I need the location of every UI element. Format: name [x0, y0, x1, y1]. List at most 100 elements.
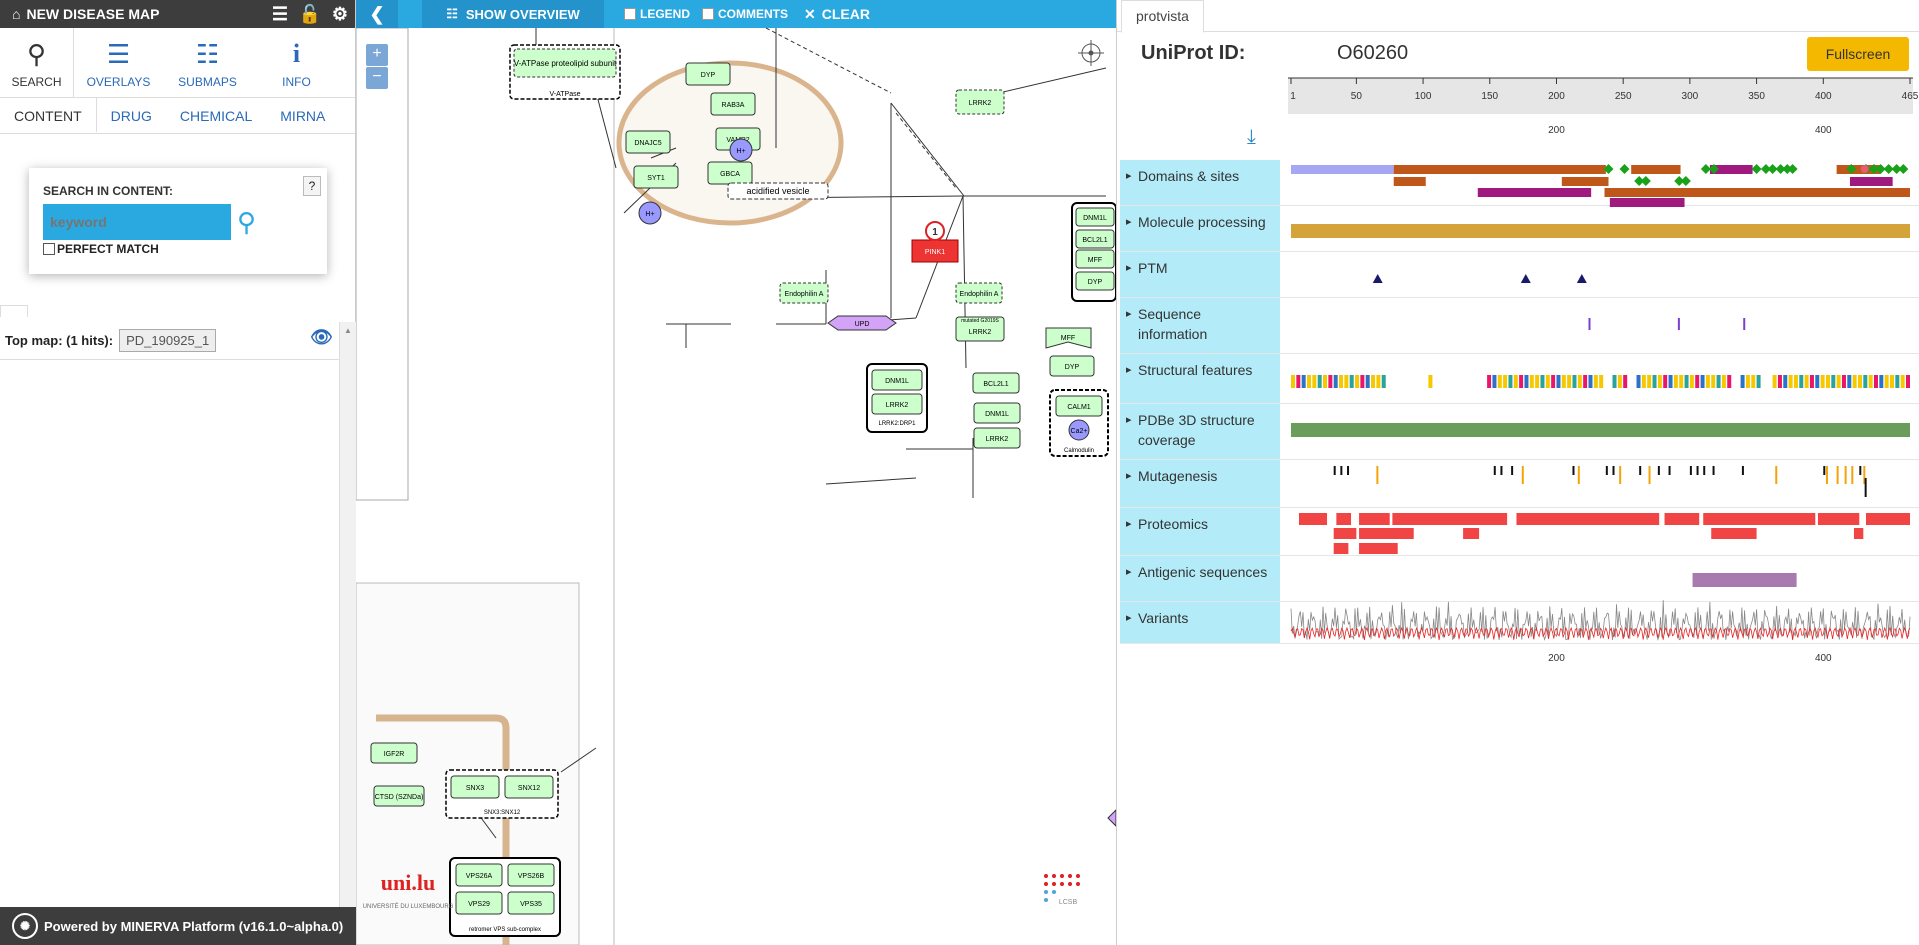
search-icon: ⚲ — [26, 39, 47, 69]
clear-button[interactable]: ✕ CLEAR — [804, 6, 870, 23]
sitemap-icon: ☷ — [446, 6, 458, 21]
node-label: BCL2L1 — [1082, 237, 1107, 244]
zoom-out-button[interactable]: − — [366, 67, 388, 89]
ruler-subtick-label: 200 — [1548, 125, 1565, 136]
comments-toggle[interactable]: COMMENTS — [702, 7, 788, 21]
track-pdbe[interactable]: PDBe 3D structure coverage — [1120, 404, 1919, 460]
app-title[interactable]: ⌂ NEW DISEASE MAP — [12, 6, 265, 22]
nav-submaps[interactable]: ☷ SUBMAPS — [163, 28, 252, 97]
track-label[interactable]: PDBe 3D structure coverage — [1120, 404, 1280, 459]
ruler-tick-label: 250 — [1615, 91, 1632, 102]
track-label[interactable]: Proteomics — [1120, 508, 1280, 555]
node-label: SNX12 — [518, 785, 540, 792]
perfect-match-checkbox[interactable] — [43, 243, 55, 255]
track-antigenic[interactable]: Antigenic sequences — [1120, 556, 1919, 602]
nav-overlays[interactable]: ☰ OVERLAYS — [74, 28, 163, 97]
results-tab[interactable] — [0, 305, 28, 317]
result-chip[interactable]: PD_190925_1 — [119, 329, 217, 352]
track-label[interactable]: Molecule processing — [1120, 206, 1280, 251]
app-title-text: NEW DISEASE MAP — [26, 6, 160, 22]
user-settings-icon[interactable]: ⚙ — [325, 4, 355, 25]
track-structural[interactable]: Structural features — [1120, 354, 1919, 404]
unlock-icon[interactable]: 🔓 — [295, 4, 325, 25]
track-variants[interactable]: Variants — [1120, 602, 1919, 644]
node-label: acidified vesicle — [746, 186, 809, 196]
track-mutagenesis[interactable]: Mutagenesis — [1120, 460, 1919, 508]
search-panel: ? SEARCH IN CONTENT: ⚲ PERFECT MATCH — [29, 168, 327, 274]
tab-protvista[interactable]: protvista — [1121, 0, 1204, 33]
close-icon: ✕ — [804, 5, 816, 22]
protvista-tabbar: protvista — [1117, 0, 1919, 33]
ruler-tick-label: 300 — [1682, 91, 1699, 102]
help-button[interactable]: ? — [303, 176, 321, 196]
track-label[interactable]: PTM — [1120, 252, 1280, 297]
track-ptm[interactable]: PTM — [1120, 252, 1919, 298]
node-label: Ca2+ — [1071, 428, 1088, 435]
nav-info[interactable]: i INFO — [252, 28, 341, 97]
eye-icon[interactable]: 👁 — [310, 327, 333, 348]
results-label: Top map: (1 hits): — [5, 333, 114, 348]
track-domains[interactable]: Domains & sites — [1120, 160, 1919, 206]
nav-search[interactable]: ⚲ SEARCH — [0, 28, 74, 97]
tab-mirna[interactable]: MIRNA — [266, 98, 339, 133]
comments-label: COMMENTS — [718, 7, 789, 21]
ruler-subtick-label: 400 — [1815, 653, 1832, 664]
tab-chemical[interactable]: CHEMICAL — [166, 98, 266, 133]
node-label: DYP — [1088, 279, 1103, 286]
track-label[interactable]: Structural features — [1120, 354, 1280, 403]
nav-overlays-label: OVERLAYS — [86, 75, 151, 89]
menu-icon[interactable]: ☰ — [265, 4, 295, 25]
track-label[interactable]: Domains & sites — [1120, 160, 1280, 205]
crosshair-icon[interactable] — [1078, 40, 1104, 66]
ruler-subtick-label: 200 — [1548, 653, 1565, 664]
track-label[interactable]: Variants — [1120, 602, 1280, 643]
map-canvas[interactable]: V-ATPase proteolipid subunit V-ATPase DY… — [356, 28, 1116, 945]
navigation-ruler[interactable] — [1288, 78, 1913, 114]
offscreen-node — [1107, 809, 1116, 827]
left-panel: ⌂ NEW DISEASE MAP ☰ 🔓 ⚙ ⚲ SEARCH ☰ OVERL… — [0, 0, 356, 945]
ruler-tick-label: 465 — [1902, 91, 1919, 102]
node-label: retromer VPS sub-complex — [469, 927, 541, 933]
tab-content[interactable]: CONTENT — [0, 98, 97, 133]
ruler-subticks-bottom: 200 400 — [1548, 653, 1832, 664]
node-label: DNAJC5 — [634, 140, 661, 147]
track-label[interactable]: Mutagenesis — [1120, 460, 1280, 507]
node-label: LRRK2 — [969, 100, 992, 107]
node-label: IGF2R — [384, 751, 405, 758]
show-overview-button[interactable]: ☷ SHOW OVERVIEW — [422, 0, 604, 28]
legend-checkbox[interactable] — [624, 8, 636, 20]
perfect-match[interactable]: PERFECT MATCH — [43, 242, 313, 256]
results-scrollbar[interactable]: ▲ — [339, 322, 356, 907]
fullscreen-button[interactable]: Fullscreen — [1807, 37, 1909, 71]
search-heading: SEARCH IN CONTENT: — [43, 184, 174, 198]
node-label: LRRK2 — [986, 436, 1009, 443]
ruler-tick-label: 1 — [1290, 91, 1296, 102]
zoom-in-button[interactable]: + — [366, 44, 388, 66]
track-label[interactable]: Antigenic sequences — [1120, 556, 1280, 601]
node-label: SYT1 — [647, 175, 665, 182]
node-label: MFF — [1061, 335, 1075, 342]
svg-text:uni.lu: uni.lu — [381, 870, 435, 895]
tab-drug[interactable]: DRUG — [97, 98, 166, 133]
node-label: DYP — [1065, 364, 1080, 371]
node-label: CTSD (SZNDa) — [375, 794, 424, 801]
track-sequence-info[interactable]: Sequence information — [1120, 298, 1919, 354]
comments-checkbox[interactable] — [702, 8, 715, 20]
node-label: mutated G2019S — [961, 318, 999, 324]
download-icon[interactable]: ⤓ — [1247, 126, 1256, 149]
track-molecule-processing[interactable]: Molecule processing — [1120, 206, 1919, 252]
minerva-logo-icon: ✺ — [12, 913, 38, 939]
map-area[interactable]: V-ATPase proteolipid subunit V-ATPase DY… — [356, 0, 1116, 945]
scroll-up-icon[interactable]: ▲ — [340, 322, 356, 335]
node-label: VPS29 — [468, 901, 490, 908]
footer-text[interactable]: Powered by MINERVA Platform (v16.1.0~alp… — [44, 919, 343, 934]
search-submit-icon[interactable]: ⚲ — [237, 207, 256, 238]
chevron-left-icon: ❮ — [369, 4, 385, 24]
map-nodes: V-ATPase proteolipid subunit V-ATPase DY… — [370, 44, 1116, 937]
collapse-left-button[interactable]: ❮ — [356, 0, 398, 28]
legend-toggle[interactable]: LEGEND — [624, 7, 690, 21]
node-label: H+ — [645, 211, 654, 218]
track-proteomics[interactable]: Proteomics — [1120, 508, 1919, 556]
track-label[interactable]: Sequence information — [1120, 298, 1280, 353]
search-input[interactable] — [43, 204, 231, 240]
